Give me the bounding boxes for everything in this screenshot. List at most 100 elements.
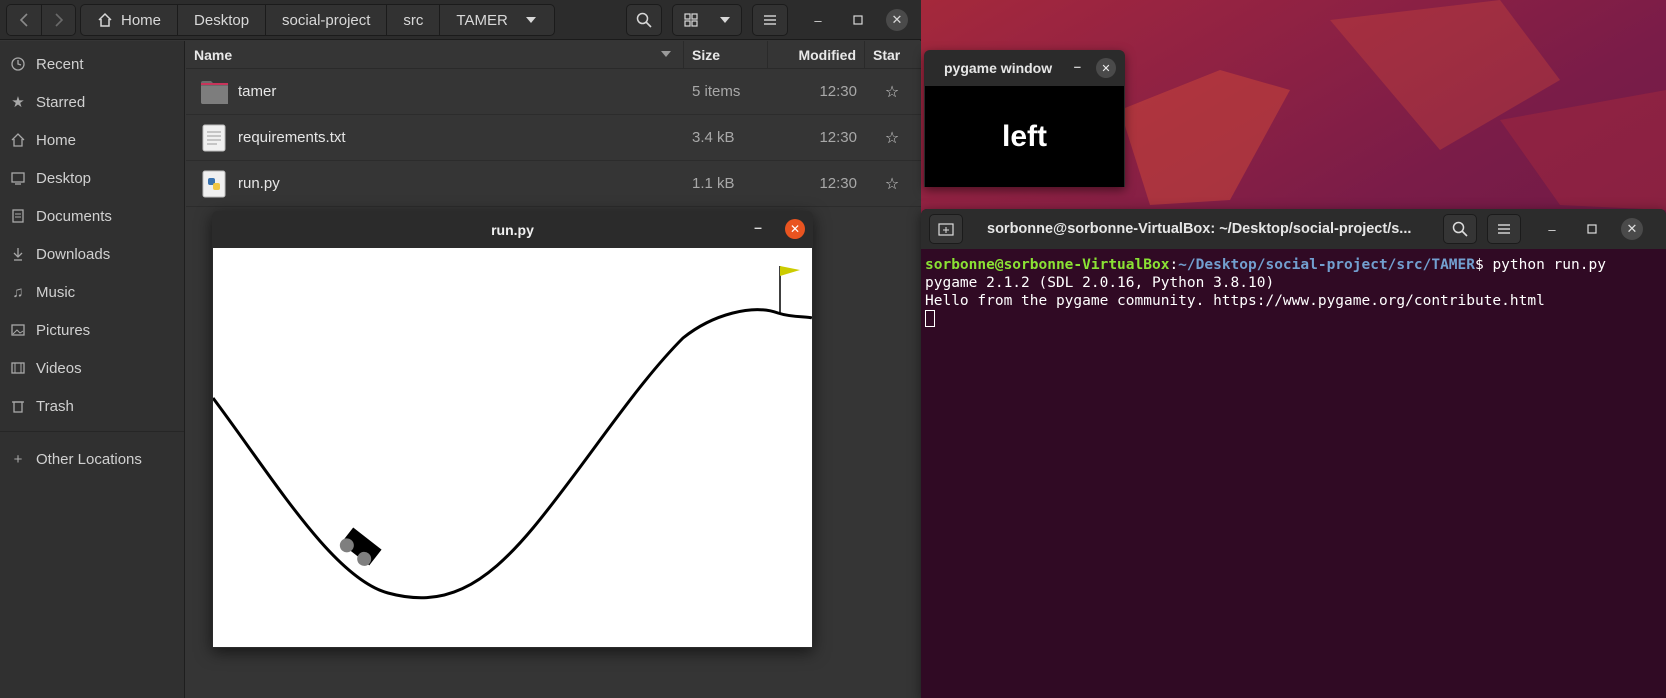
hamburger-icon	[1498, 224, 1510, 234]
caret-down-icon[interactable]	[516, 16, 546, 24]
file-list-header: Name Size Modified Star	[186, 40, 921, 69]
sidebar-item-label: Other Locations	[36, 450, 142, 468]
star-icon: ★	[11, 94, 25, 111]
pygame-window-titlebar[interactable]: pygame window – ✕	[924, 50, 1125, 86]
video-icon	[10, 360, 26, 376]
menu-button[interactable]	[1487, 214, 1521, 244]
star-toggle-icon[interactable]: ☆	[865, 128, 919, 148]
column-header-star[interactable]: Star	[865, 41, 919, 69]
file-size: 3.4 kB	[692, 129, 735, 146]
file-modified: 12:30	[819, 83, 857, 100]
breadcrumb-home[interactable]: Home	[81, 5, 179, 35]
prompt-user: sorbonne@sorbonne-VirtualBox	[925, 257, 1170, 273]
window-title: pygame window	[944, 60, 1053, 76]
sidebar-item-label: Documents	[36, 207, 112, 225]
minimize-button[interactable]: –	[807, 9, 829, 31]
minimize-icon: –	[1548, 221, 1556, 237]
document-icon	[10, 208, 26, 224]
close-icon: ✕	[891, 12, 903, 27]
minimize-icon[interactable]: –	[1074, 59, 1081, 74]
maximize-button[interactable]	[847, 9, 869, 31]
minimize-button[interactable]: –	[1541, 218, 1563, 240]
breadcrumb-label: src	[403, 11, 424, 29]
file-row-requirements[interactable]: requirements.txt 3.4 kB 12:30 ☆	[186, 115, 921, 161]
sidebar-item-label: Trash	[36, 397, 74, 415]
search-button[interactable]	[1443, 214, 1477, 244]
sidebar-item-label: Pictures	[36, 321, 91, 339]
plus-icon: +	[13, 450, 23, 468]
window-title: sorbonne@sorbonne-VirtualBox: ~/Desktop/…	[987, 221, 1412, 237]
menu-button[interactable]	[752, 4, 788, 36]
trash-icon	[10, 398, 26, 414]
sidebar-item-recent[interactable]: Recent	[0, 45, 184, 83]
breadcrumb-src[interactable]: src	[387, 5, 441, 35]
sidebar-item-home[interactable]: Home	[0, 121, 184, 159]
sidebar-item-starred[interactable]: ★ Starred	[0, 83, 184, 121]
sidebar-item-other-locations[interactable]: + Other Locations	[0, 440, 184, 478]
maximize-icon	[1587, 224, 1597, 234]
sidebar-item-videos[interactable]: Videos	[0, 349, 184, 387]
sidebar-item-trash[interactable]: Trash	[0, 387, 184, 425]
breadcrumb-label: social-project	[282, 11, 371, 29]
grid-view-icon	[683, 13, 698, 27]
column-header-name[interactable]: Name	[186, 40, 684, 69]
sidebar-item-pictures[interactable]: Pictures	[0, 311, 184, 349]
home-icon	[98, 12, 112, 27]
game-window-titlebar[interactable]: run.py – ✕	[212, 211, 813, 248]
sidebar-item-label: Desktop	[36, 169, 92, 187]
mountain-car-scene	[211, 266, 813, 600]
breadcrumb-label: TAMER	[456, 11, 508, 29]
breadcrumb-desktop[interactable]: Desktop	[178, 5, 267, 35]
breadcrumb-social-project[interactable]: social-project	[266, 5, 388, 35]
minimize-icon: –	[814, 12, 822, 28]
sidebar-item-label: Home	[36, 131, 77, 149]
column-header-modified[interactable]: Modified	[768, 40, 865, 69]
sidebar-item-documents[interactable]: Documents	[0, 197, 184, 235]
file-row-tamer[interactable]: tamer 5 items 12:30 ☆	[186, 69, 921, 115]
pygame-window: pygame window – ✕ left	[924, 50, 1125, 187]
minimize-icon[interactable]: –	[747, 219, 769, 235]
window-title: run.py	[491, 221, 534, 238]
new-tab-button[interactable]	[929, 214, 963, 244]
file-name: requirements.txt	[238, 129, 346, 146]
terminal-window: sorbonne@sorbonne-VirtualBox: ~/Desktop/…	[921, 209, 1666, 698]
close-button[interactable]: ✕	[1621, 218, 1643, 240]
column-header-size[interactable]: Size	[684, 40, 768, 69]
close-icon[interactable]: ✕	[1096, 58, 1116, 78]
search-button[interactable]	[626, 4, 662, 36]
star-toggle-icon[interactable]: ☆	[865, 174, 919, 194]
back-button[interactable]	[7, 5, 41, 35]
view-toggle[interactable]	[672, 4, 742, 36]
command-line: sorbonne@sorbonne-VirtualBox:~/Desktop/s…	[925, 256, 1606, 274]
car	[339, 527, 382, 566]
close-button[interactable]: ✕	[886, 9, 908, 31]
forward-button[interactable]	[41, 5, 75, 35]
sidebar-item-desktop[interactable]: Desktop	[0, 159, 184, 197]
music-icon: ♫	[12, 283, 24, 301]
mountain-track	[211, 308, 813, 600]
search-icon	[1452, 221, 1468, 237]
output-line: pygame 2.1.2 (SDL 2.0.16, Python 3.8.10)	[925, 275, 1275, 291]
places-sidebar: Recent ★ Starred Home Desktop Documents …	[0, 41, 185, 698]
terminal-output[interactable]: sorbonne@sorbonne-VirtualBox:~/Desktop/s…	[925, 256, 1606, 329]
sort-down-icon	[661, 51, 671, 57]
terminal-cursor	[925, 310, 935, 327]
close-icon[interactable]: ✕	[785, 219, 805, 239]
sidebar-item-downloads[interactable]: Downloads	[0, 235, 184, 273]
column-label: Name	[194, 46, 233, 63]
breadcrumb-label: Desktop	[194, 11, 250, 29]
file-size: 5 items	[692, 83, 741, 100]
python-file-icon	[200, 170, 228, 198]
game-canvas[interactable]	[211, 248, 813, 647]
breadcrumb-label: Home	[121, 11, 162, 29]
file-row-run-py[interactable]: run.py 1.1 kB 12:30 ☆	[186, 161, 921, 207]
maximize-button[interactable]	[1581, 218, 1603, 240]
command-text: $ python run.py	[1474, 257, 1606, 273]
goal-flag	[780, 266, 800, 276]
breadcrumb-tamer[interactable]: TAMER	[440, 5, 553, 35]
maximize-icon	[853, 15, 863, 25]
chevron-right-icon	[54, 13, 63, 27]
output-line: Hello from the pygame community. https:/…	[925, 293, 1545, 309]
sidebar-item-music[interactable]: ♫ Music	[0, 273, 184, 311]
star-toggle-icon[interactable]: ☆	[865, 82, 919, 102]
